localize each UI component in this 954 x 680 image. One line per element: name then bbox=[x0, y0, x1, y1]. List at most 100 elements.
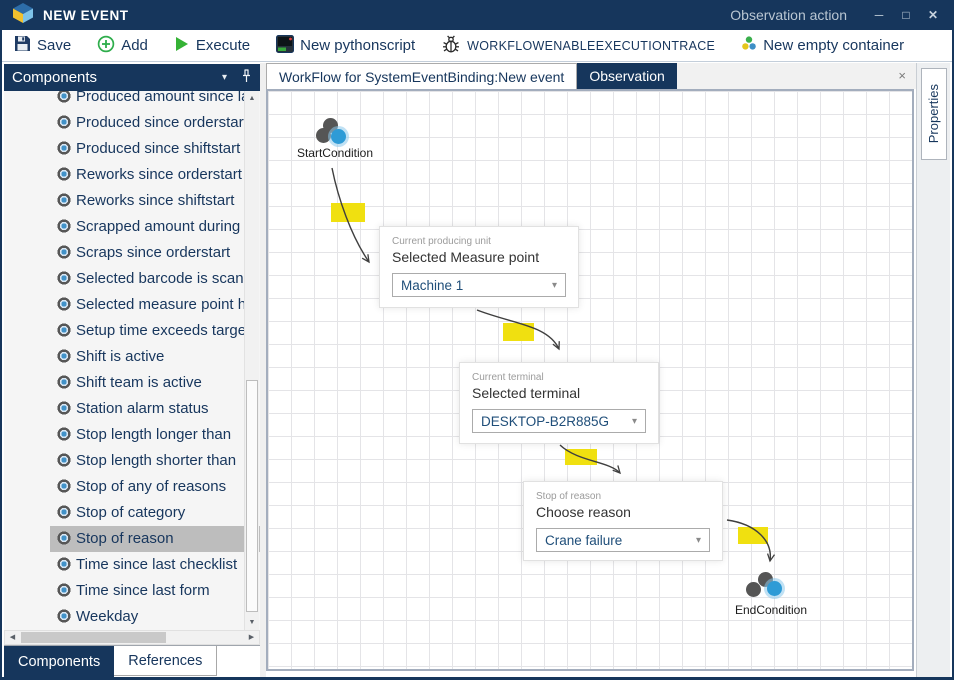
workflow-step-stop-reason[interactable]: Stop of reason Choose reason Crane failu… bbox=[523, 481, 723, 561]
window-title: NEW EVENT bbox=[43, 8, 129, 23]
save-button[interactable]: Save bbox=[14, 35, 71, 56]
toolbar: Save Add Execute New pythonscript bbox=[2, 30, 952, 62]
eye-icon bbox=[57, 245, 71, 259]
sidebar-item-weekday[interactable]: Weekday bbox=[4, 604, 260, 630]
eye-icon bbox=[57, 583, 71, 597]
pin-icon[interactable] bbox=[241, 69, 252, 87]
connection-highlight bbox=[738, 527, 768, 544]
list-vertical-scrollbar[interactable]: ▲ ▼ bbox=[244, 91, 259, 630]
scroll-down-icon[interactable]: ▼ bbox=[245, 615, 259, 630]
measure-point-dropdown[interactable]: Machine 1 ▾ bbox=[392, 273, 566, 297]
eye-icon bbox=[57, 531, 71, 545]
sidebar-item-scraps-since-orderstart[interactable]: Scraps since orderstart bbox=[4, 240, 260, 266]
add-icon bbox=[97, 35, 115, 57]
tab-close-icon[interactable]: × bbox=[898, 68, 906, 83]
scroll-up-icon[interactable]: ▲ bbox=[245, 91, 259, 106]
sidebar-item-time-since-last-form[interactable]: Time since last form bbox=[4, 578, 260, 604]
eye-icon bbox=[57, 479, 71, 493]
eye-icon bbox=[57, 271, 71, 285]
end-condition-node[interactable]: EndCondition bbox=[726, 603, 816, 617]
chevron-down-icon: ▾ bbox=[696, 535, 701, 546]
eye-icon bbox=[57, 453, 71, 467]
sidebar-item-shift-team-is-active[interactable]: Shift team is active bbox=[4, 370, 260, 396]
step-title: Selected terminal bbox=[472, 385, 646, 401]
chevron-down-icon: ▾ bbox=[552, 280, 557, 291]
chevron-down-icon[interactable]: ▾ bbox=[222, 72, 227, 83]
workflow-step-terminal[interactable]: Current terminal Selected terminal DESKT… bbox=[459, 362, 659, 444]
workflow-canvas[interactable]: StartCondition Current producing unit Se… bbox=[266, 89, 914, 671]
chevron-down-icon: ▾ bbox=[632, 416, 637, 427]
scroll-left-icon[interactable]: ◀ bbox=[5, 631, 20, 644]
sidebar-item-stop-of-category[interactable]: Stop of category bbox=[4, 500, 260, 526]
app-window: NEW EVENT Observation action ─ □ ✕ Save … bbox=[0, 0, 954, 680]
tab-properties[interactable]: Properties bbox=[921, 68, 947, 160]
start-node-dot bbox=[316, 128, 331, 143]
sidebar-item-scrapped-amount-during[interactable]: Scrapped amount during bbox=[4, 214, 260, 240]
minimize-button[interactable]: ─ bbox=[870, 8, 888, 22]
eye-icon bbox=[57, 141, 71, 155]
sidebar-bottom-tabs: Components References bbox=[4, 645, 260, 677]
terminal-dropdown[interactable]: DESKTOP-B2R885G ▾ bbox=[472, 409, 646, 433]
sidebar-item-selected-measure-point[interactable]: Selected measure point h bbox=[4, 292, 260, 318]
sidebar-item-stop-length-shorter-than[interactable]: Stop length shorter than bbox=[4, 448, 260, 474]
eye-icon bbox=[57, 349, 71, 363]
eye-icon bbox=[57, 401, 71, 415]
sidebar-item-stop-length-longer-than[interactable]: Stop length longer than bbox=[4, 422, 260, 448]
components-panel: Components ▾ Produced amount since la Pr… bbox=[4, 63, 260, 677]
start-condition-node[interactable]: StartCondition bbox=[290, 146, 380, 160]
eye-icon bbox=[57, 297, 71, 311]
end-node-dot bbox=[767, 581, 782, 596]
sidebar-item-time-since-last-checklist[interactable]: Time since last checklist bbox=[4, 552, 260, 578]
sidebar-item-produced-since-shiftstart[interactable]: Produced since shiftstart bbox=[4, 136, 260, 162]
workflow-step-measure-point[interactable]: Current producing unit Selected Measure … bbox=[379, 226, 579, 308]
sidebar-item-reworks-since-orderstart[interactable]: Reworks since orderstart bbox=[4, 162, 260, 188]
connection-highlight bbox=[503, 323, 534, 341]
eye-icon bbox=[57, 323, 71, 337]
eye-icon bbox=[57, 609, 71, 623]
start-node-dot bbox=[331, 129, 346, 144]
context-label: Observation action bbox=[730, 7, 847, 23]
execute-button[interactable]: Execute bbox=[174, 36, 250, 56]
sidebar-item-produced-since-orderstart[interactable]: Produced since orderstart bbox=[4, 110, 260, 136]
eye-icon bbox=[57, 167, 71, 181]
bug-icon bbox=[441, 34, 461, 58]
eye-icon bbox=[57, 427, 71, 441]
step-category: Current terminal bbox=[472, 372, 646, 383]
eye-icon bbox=[57, 557, 71, 571]
tab-workflow-systemeventbinding[interactable]: WorkFlow for SystemEventBinding:New even… bbox=[266, 63, 577, 89]
list-horizontal-scrollbar[interactable]: ◀ ▶ bbox=[4, 630, 260, 645]
title-bar: NEW EVENT Observation action ─ □ ✕ bbox=[2, 0, 952, 30]
step-title: Choose reason bbox=[536, 504, 710, 520]
close-button[interactable]: ✕ bbox=[924, 8, 942, 22]
sidebar-item-station-alarm-status[interactable]: Station alarm status bbox=[4, 396, 260, 422]
properties-strip: Properties bbox=[916, 63, 950, 677]
vertical-scroll-thumb[interactable] bbox=[246, 380, 258, 612]
maximize-button[interactable]: □ bbox=[897, 8, 915, 22]
add-button[interactable]: Add bbox=[97, 35, 148, 57]
eye-icon bbox=[57, 193, 71, 207]
sidebar-item-reworks-since-shiftstart[interactable]: Reworks since shiftstart bbox=[4, 188, 260, 214]
new-empty-container-button[interactable]: New empty container bbox=[741, 36, 904, 55]
new-pythonscript-button[interactable]: New pythonscript bbox=[276, 35, 415, 57]
tab-references[interactable]: References bbox=[114, 646, 217, 676]
reason-dropdown[interactable]: Crane failure ▾ bbox=[536, 528, 710, 552]
pythonscript-icon bbox=[276, 35, 294, 57]
tab-observation[interactable]: Observation bbox=[577, 63, 676, 89]
container-icon bbox=[741, 36, 757, 55]
sidebar-item-shift-is-active[interactable]: Shift is active bbox=[4, 344, 260, 370]
eye-icon bbox=[57, 219, 71, 233]
sidebar-item-produced-amount-since-last[interactable]: Produced amount since la bbox=[4, 91, 260, 110]
content-area: Components ▾ Produced amount since la Pr… bbox=[4, 63, 950, 677]
horizontal-scroll-thumb[interactable] bbox=[21, 632, 166, 643]
connection-highlight bbox=[565, 449, 597, 465]
tab-components[interactable]: Components bbox=[4, 646, 114, 677]
scroll-right-icon[interactable]: ▶ bbox=[244, 631, 259, 644]
end-node-dot bbox=[746, 582, 761, 597]
sidebar-item-stop-of-any-of-reasons[interactable]: Stop of any of reasons bbox=[4, 474, 260, 500]
eye-icon bbox=[57, 91, 71, 103]
sidebar-item-stop-of-reason[interactable]: Stop of reason bbox=[4, 526, 260, 552]
sidebar-item-selected-barcode-scanned[interactable]: Selected barcode is scann bbox=[4, 266, 260, 292]
workflow-trace-button[interactable]: WORKFLOWENABLEEXECUTIONTRACE bbox=[441, 34, 715, 58]
app-logo-icon bbox=[12, 2, 34, 29]
sidebar-item-setup-time-exceeds-target[interactable]: Setup time exceeds targe bbox=[4, 318, 260, 344]
